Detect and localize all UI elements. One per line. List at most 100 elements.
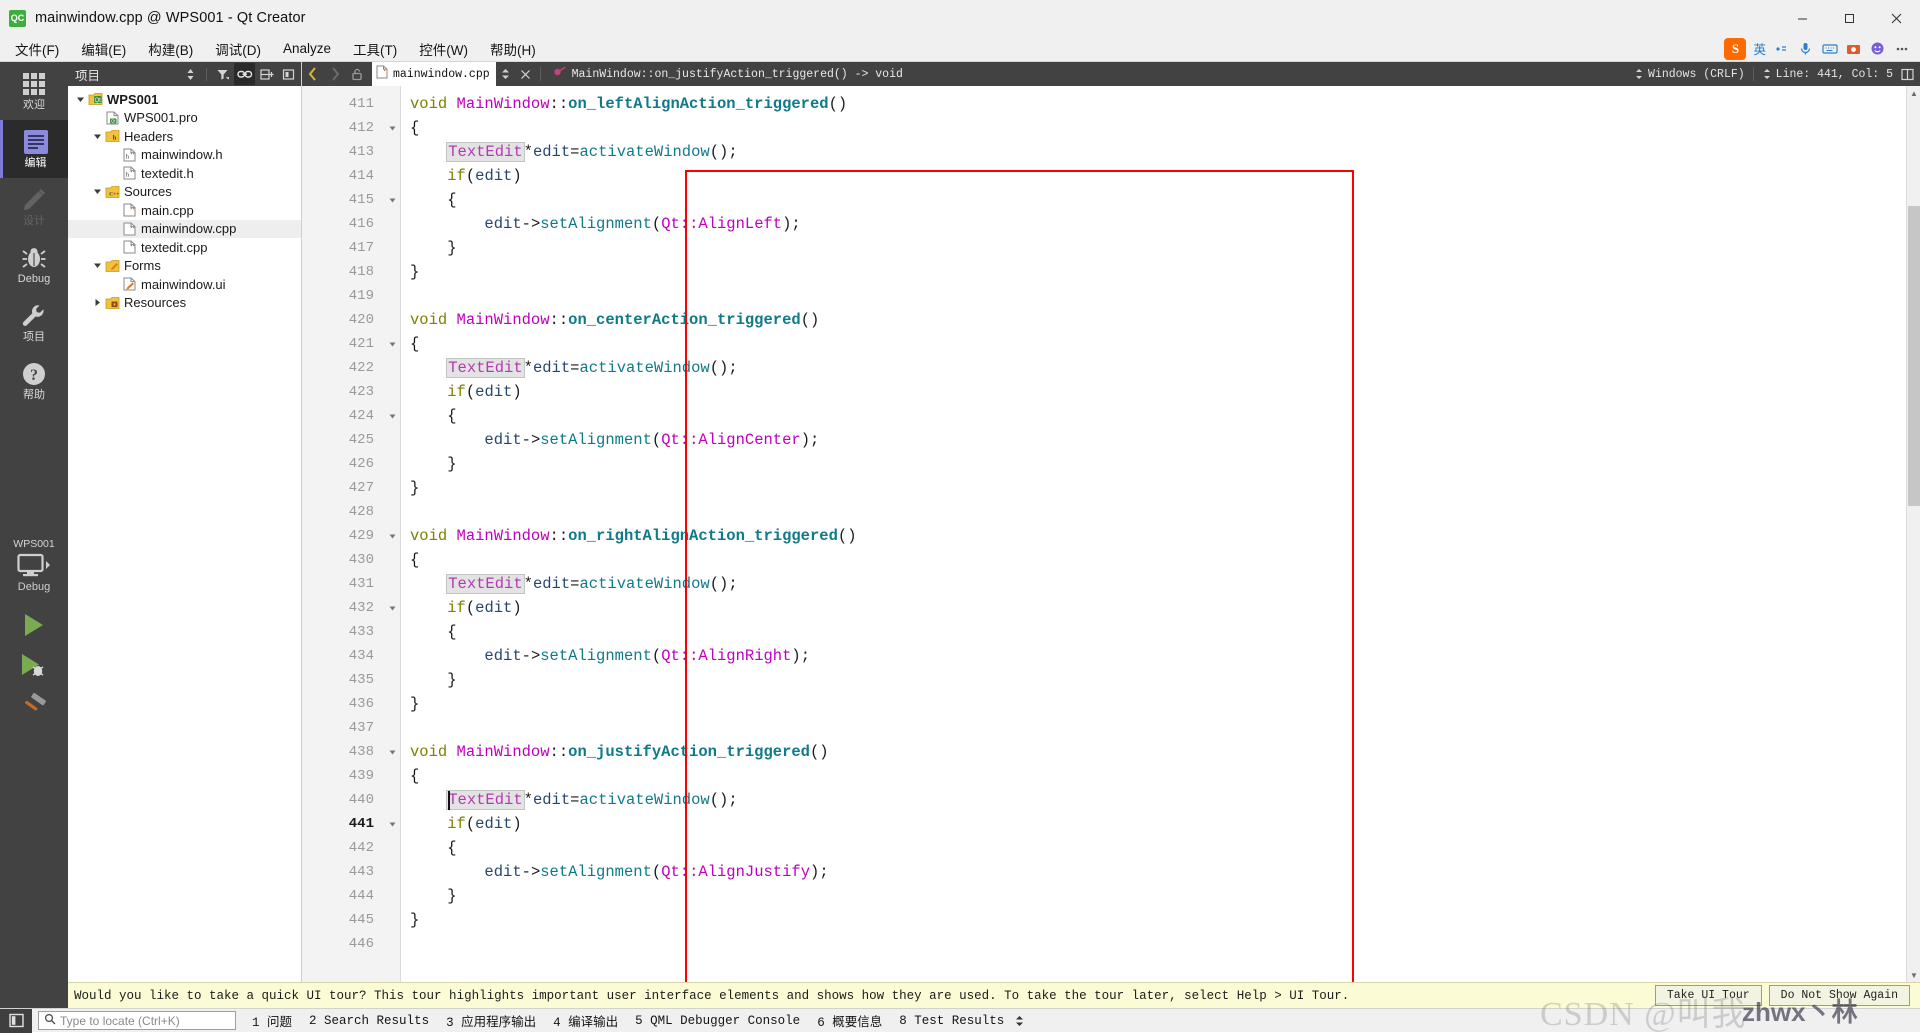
ime-mode-label[interactable]: 英 <box>1753 39 1766 58</box>
minimize-button[interactable] <box>1779 0 1826 36</box>
chevron-down-icon[interactable] <box>91 261 104 270</box>
cursor-position-indicator[interactable]: Line: 441, Col: 5 <box>1762 68 1893 81</box>
chevron-down-icon[interactable] <box>91 132 104 141</box>
unlock-icon[interactable] <box>346 62 368 86</box>
menu-item-3[interactable]: 构建(B) <box>137 36 204 62</box>
code-line[interactable]: TextEdit*edit=activateWindow(); <box>410 572 738 596</box>
chevron-right-icon[interactable] <box>91 298 104 307</box>
menu-item-1[interactable]: 文件(F) <box>4 36 70 62</box>
split-icon[interactable] <box>256 63 277 85</box>
tab-list-chevron-icon[interactable] <box>496 62 516 86</box>
fold-marker[interactable] <box>388 116 397 140</box>
code-line[interactable]: void MainWindow::on_rightAlignAction_tri… <box>410 524 857 548</box>
tree-item-mainwindow.ui[interactable]: mainwindow.ui <box>68 275 301 294</box>
tree-item-textedit.h[interactable]: h textedit.h <box>68 164 301 183</box>
scrollbar-thumb[interactable] <box>1908 206 1920 506</box>
code-line[interactable]: } <box>410 476 419 500</box>
code-line[interactable]: if(edit) <box>410 164 521 188</box>
output-pane-5[interactable]: 5 QML Debugger Console <box>635 1014 800 1028</box>
tree-item-Forms[interactable]: Forms <box>68 257 301 276</box>
filter-icon[interactable] <box>212 63 233 85</box>
menu-item-7[interactable]: 控件(W) <box>408 36 479 62</box>
chevron-down-icon[interactable] <box>91 187 104 196</box>
take-ui-tour-button[interactable]: Take UI Tour <box>1654 985 1762 1006</box>
tree-item-main.cpp[interactable]: main.cpp <box>68 201 301 220</box>
emoji-icon[interactable] <box>1869 40 1886 57</box>
code-line[interactable]: if(edit) <box>410 812 521 836</box>
output-pane-2[interactable]: 2 Search Results <box>309 1014 429 1028</box>
debug-button[interactable] <box>0 645 68 685</box>
editor-scrollbar[interactable]: ▲ ▼ <box>1906 86 1920 982</box>
code-line[interactable]: } <box>410 452 456 476</box>
maximize-button[interactable] <box>1826 0 1873 36</box>
run-button[interactable] <box>0 605 68 645</box>
code-line[interactable]: void MainWindow::on_leftAlignAction_trig… <box>410 92 847 116</box>
code-line[interactable]: } <box>410 236 456 260</box>
fold-marker[interactable] <box>388 524 397 548</box>
code-line[interactable]: } <box>410 260 419 284</box>
code-line[interactable]: if(edit) <box>410 596 521 620</box>
code-line[interactable]: { <box>410 404 456 428</box>
close-button[interactable] <box>1873 0 1920 36</box>
code-line[interactable]: edit->setAlignment(Qt::AlignRight); <box>410 644 810 668</box>
tree-item-WPS001.pro[interactable]: Qt WPS001.pro <box>68 109 301 128</box>
output-pane-4[interactable]: 4 编译输出 <box>553 1011 618 1030</box>
code-line[interactable]: } <box>410 884 456 908</box>
link-icon[interactable] <box>234 63 255 85</box>
chevron-down-icon[interactable] <box>74 95 87 104</box>
scroll-up-arrow[interactable]: ▲ <box>1907 86 1920 100</box>
code-line[interactable]: { <box>410 188 456 212</box>
sidebar-toggle-icon[interactable] <box>0 1008 32 1033</box>
build-button[interactable] <box>0 685 68 725</box>
keyboard-icon[interactable] <box>1821 40 1838 57</box>
menu-item-8[interactable]: 帮助(H) <box>479 36 547 62</box>
mode-button-欢迎[interactable]: 欢迎 <box>0 62 68 120</box>
output-pane-1[interactable]: 1 问题 <box>252 1011 292 1030</box>
more-tray-icon[interactable] <box>1893 40 1910 57</box>
project-panel-title[interactable]: 项目 <box>75 65 100 84</box>
mic-icon[interactable] <box>1797 40 1814 57</box>
menu-item-4[interactable]: 调试(D) <box>204 36 272 62</box>
code-line[interactable]: { <box>410 836 456 860</box>
fold-marker[interactable] <box>388 332 397 356</box>
code-line[interactable]: edit->setAlignment(Qt::AlignLeft); <box>410 212 800 236</box>
sogou-ime-icon[interactable]: S <box>1724 37 1747 60</box>
tree-item-Sources[interactable]: C++ Sources <box>68 183 301 202</box>
symbol-selector[interactable]: MainWindow::on_justifyAction_triggered()… <box>553 65 903 83</box>
menu-item-6[interactable]: 工具(T) <box>342 36 408 62</box>
code-line[interactable]: } <box>410 692 419 716</box>
menu-item-5[interactable]: Analyze <box>272 38 342 59</box>
menu-item-2[interactable]: 编辑(E) <box>70 36 137 62</box>
code-line[interactable]: { <box>410 116 419 140</box>
output-pane-expand-icon[interactable] <box>1014 1014 1025 1028</box>
line-ending-selector[interactable]: Windows (CRLF) <box>1634 68 1745 81</box>
mode-button-项目[interactable]: 项目 <box>0 294 68 352</box>
code-line[interactable]: TextEdit*edit=activateWindow(); <box>410 140 738 164</box>
code-line[interactable]: { <box>410 548 419 572</box>
code-line[interactable]: } <box>410 668 456 692</box>
code-line[interactable]: } <box>410 908 419 932</box>
tree-item-mainwindow.h[interactable]: h mainwindow.h <box>68 146 301 165</box>
sort-icon[interactable] <box>180 63 201 85</box>
close-tab-button[interactable] <box>516 62 536 86</box>
split-editor-button[interactable] <box>1897 68 1914 81</box>
code-line[interactable]: void MainWindow::on_justifyAction_trigge… <box>410 740 829 764</box>
tree-item-textedit.cpp[interactable]: textedit.cpp <box>68 238 301 257</box>
locator-input[interactable]: Type to locate (Ctrl+K) <box>38 1011 236 1030</box>
do-not-show-again-button[interactable]: Do Not Show Again <box>1768 985 1910 1006</box>
code-line[interactable]: TextEdit*edit=activateWindow(); <box>410 356 738 380</box>
output-pane-6[interactable]: 6 概要信息 <box>817 1011 882 1030</box>
scroll-down-arrow[interactable]: ▼ <box>1907 968 1920 982</box>
code-line[interactable]: { <box>410 332 419 356</box>
tree-item-WPS001[interactable]: Qt WPS001 <box>68 90 301 109</box>
code-editor[interactable]: 411 void MainWindow::on_leftAlignAction_t… <box>302 86 1920 982</box>
mode-button-Debug[interactable]: Debug <box>0 236 68 294</box>
collapse-icon[interactable] <box>278 63 299 85</box>
forward-button[interactable] <box>324 62 346 86</box>
back-button[interactable] <box>302 62 324 86</box>
code-line[interactable]: edit->setAlignment(Qt::AlignJustify); <box>410 860 828 884</box>
kit-selector[interactable]: WPS001 Debug <box>0 532 68 593</box>
fold-marker[interactable] <box>388 812 397 836</box>
fold-marker[interactable] <box>388 404 397 428</box>
mode-button-帮助[interactable]: ? 帮助 <box>0 352 68 410</box>
